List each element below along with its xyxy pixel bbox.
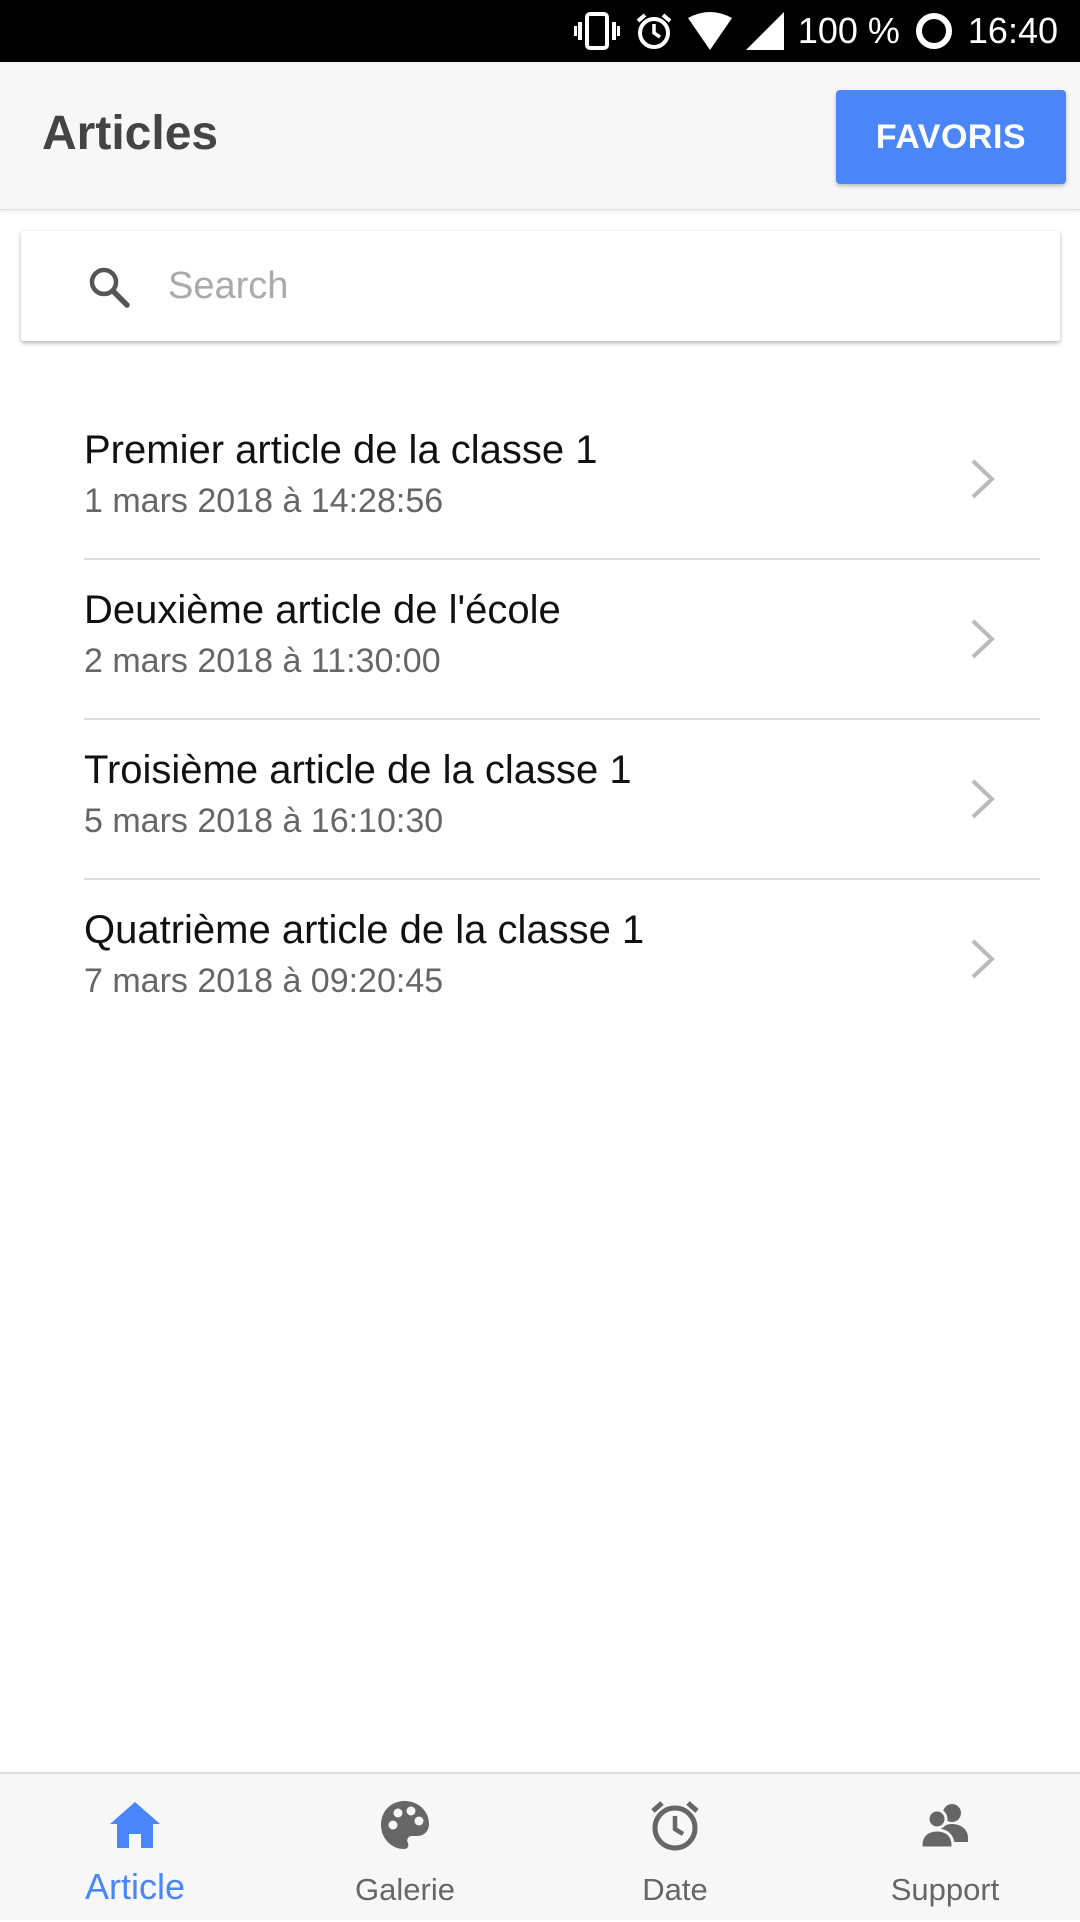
tab-date[interactable]: Date	[540, 1774, 810, 1922]
tab-label: Support	[890, 1872, 1000, 1907]
list-item[interactable]: Quatrième article de la classe 1 7 mars …	[84, 880, 1040, 1040]
favoris-button[interactable]: FAVORIS	[836, 90, 1066, 184]
status-bar: 100 % 16:40	[0, 0, 1080, 62]
article-date: 5 mars 2018 à 16:10:30	[84, 802, 444, 840]
alarm-clock-icon	[651, 1801, 699, 1851]
page-title: Articles	[42, 107, 219, 160]
palette-icon	[381, 1801, 429, 1849]
tab-label: Date	[642, 1872, 708, 1907]
search-icon	[89, 267, 130, 308]
chevron-right-icon	[971, 459, 995, 499]
home-icon	[110, 1802, 160, 1848]
battery-percent: 100 %	[797, 10, 900, 51]
tab-support[interactable]: Support	[810, 1774, 1080, 1922]
article-title: Troisième article de la classe 1	[84, 748, 632, 792]
clock-time: 16:40	[967, 10, 1058, 51]
tab-label: Galerie	[355, 1872, 455, 1907]
wifi-icon	[687, 12, 732, 50]
battery-ring-icon	[914, 11, 954, 51]
support-people-icon	[919, 1804, 968, 1850]
bottom-nav: Article Galerie Date Support	[0, 1772, 1080, 1920]
tab-label: Article	[84, 1866, 186, 1907]
search-bar[interactable]	[21, 231, 1060, 341]
app-header: Articles FAVORIS	[0, 62, 1080, 210]
article-title: Quatrième article de la classe 1	[84, 908, 645, 952]
article-date: 7 mars 2018 à 09:20:45	[84, 962, 444, 1000]
chevron-right-icon	[971, 939, 995, 979]
article-list: Premier article de la classe 1 1 mars 20…	[84, 400, 1040, 1040]
search-input[interactable]	[166, 251, 1026, 321]
article-title: Deuxième article de l'école	[84, 588, 561, 632]
list-item[interactable]: Premier article de la classe 1 1 mars 20…	[84, 400, 1040, 560]
chevron-right-icon	[971, 779, 995, 819]
tab-article[interactable]: Article	[0, 1774, 270, 1922]
alarm-icon	[634, 11, 674, 51]
list-item[interactable]: Troisième article de la classe 1 5 mars …	[84, 720, 1040, 880]
chevron-right-icon	[971, 619, 995, 659]
article-title: Premier article de la classe 1	[84, 428, 598, 472]
tab-galerie[interactable]: Galerie	[270, 1774, 540, 1922]
article-date: 2 mars 2018 à 11:30:00	[84, 642, 441, 680]
list-item[interactable]: Deuxième article de l'école 2 mars 2018 …	[84, 560, 1040, 720]
signal-icon	[745, 12, 784, 50]
article-date: 1 mars 2018 à 14:28:56	[84, 482, 444, 520]
vibrate-icon	[573, 11, 620, 51]
